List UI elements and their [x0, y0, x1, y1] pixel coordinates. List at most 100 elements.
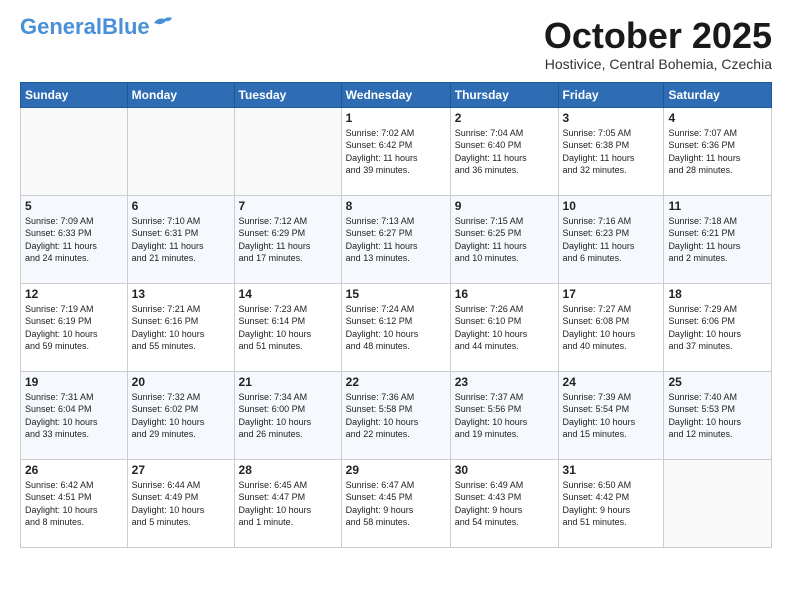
- day-info: Sunrise: 6:44 AM Sunset: 4:49 PM Dayligh…: [132, 479, 230, 529]
- day-info: Sunrise: 6:45 AM Sunset: 4:47 PM Dayligh…: [239, 479, 337, 529]
- day-number: 19: [25, 375, 123, 389]
- calendar-week-row: 26 Sunrise: 6:42 AM Sunset: 4:51 PM Dayli…: [21, 459, 772, 547]
- day-info: Sunrise: 7:10 AM Sunset: 6:31 PM Dayligh…: [132, 215, 230, 265]
- day-number: 22: [346, 375, 446, 389]
- table-row: 6 Sunrise: 7:10 AM Sunset: 6:31 PM Daylig…: [127, 195, 234, 283]
- day-info: Sunrise: 6:47 AM Sunset: 4:45 PM Dayligh…: [346, 479, 446, 529]
- table-row: 8 Sunrise: 7:13 AM Sunset: 6:27 PM Daylig…: [341, 195, 450, 283]
- table-row: 28 Sunrise: 6:45 AM Sunset: 4:47 PM Dayli…: [234, 459, 341, 547]
- day-number: 7: [239, 199, 337, 213]
- day-number: 6: [132, 199, 230, 213]
- day-number: 9: [455, 199, 554, 213]
- calendar-header-row: Sunday Monday Tuesday Wednesday Thursday…: [21, 82, 772, 107]
- table-row: 15 Sunrise: 7:24 AM Sunset: 6:12 PM Dayli…: [341, 283, 450, 371]
- table-row: 25Sunrise: 7:40 AM Sunset: 5:53 PM Dayli…: [664, 371, 772, 459]
- table-row: 30 Sunrise: 6:49 AM Sunset: 4:43 PM Dayli…: [450, 459, 558, 547]
- table-row: 22 Sunrise: 7:36 AM Sunset: 5:58 PM Dayli…: [341, 371, 450, 459]
- day-info: Sunrise: 7:26 AM Sunset: 6:10 PM Dayligh…: [455, 303, 554, 353]
- logo-text: GeneralBlue: [20, 16, 150, 38]
- col-monday: Monday: [127, 82, 234, 107]
- day-number: 5: [25, 199, 123, 213]
- table-row: 24Sunrise: 7:39 AM Sunset: 5:54 PM Dayli…: [558, 371, 664, 459]
- day-number: 12: [25, 287, 123, 301]
- day-number: 27: [132, 463, 230, 477]
- day-info: Sunrise: 7:12 AM Sunset: 6:29 PM Dayligh…: [239, 215, 337, 265]
- table-row: 2Sunrise: 7:04 AM Sunset: 6:40 PM Daylig…: [450, 107, 558, 195]
- col-sunday: Sunday: [21, 82, 128, 107]
- table-row: 10 Sunrise: 7:16 AM Sunset: 6:23 PM Dayli…: [558, 195, 664, 283]
- calendar-table: Sunday Monday Tuesday Wednesday Thursday…: [20, 82, 772, 548]
- table-row: 23Sunrise: 7:37 AM Sunset: 5:56 PM Dayli…: [450, 371, 558, 459]
- table-row: 21 Sunrise: 7:34 AM Sunset: 6:00 PM Dayli…: [234, 371, 341, 459]
- day-info: Sunrise: 7:16 AM Sunset: 6:23 PM Dayligh…: [563, 215, 660, 265]
- table-row: 14Sunrise: 7:23 AM Sunset: 6:14 PM Dayli…: [234, 283, 341, 371]
- day-info: Sunrise: 6:50 AM Sunset: 4:42 PM Dayligh…: [563, 479, 660, 529]
- day-number: 20: [132, 375, 230, 389]
- day-info: Sunrise: 7:07 AM Sunset: 6:36 PM Dayligh…: [668, 127, 767, 177]
- day-number: 23: [455, 375, 554, 389]
- table-row: 29 Sunrise: 6:47 AM Sunset: 4:45 PM Dayli…: [341, 459, 450, 547]
- table-row: 31 Sunrise: 6:50 AM Sunset: 4:42 PM Dayli…: [558, 459, 664, 547]
- table-row: 3Sunrise: 7:05 AM Sunset: 6:38 PM Daylig…: [558, 107, 664, 195]
- day-info: Sunrise: 7:15 AM Sunset: 6:25 PM Dayligh…: [455, 215, 554, 265]
- day-number: 30: [455, 463, 554, 477]
- day-number: 16: [455, 287, 554, 301]
- day-info: Sunrise: 6:49 AM Sunset: 4:43 PM Dayligh…: [455, 479, 554, 529]
- day-number: 15: [346, 287, 446, 301]
- day-number: 26: [25, 463, 123, 477]
- table-row: 27 Sunrise: 6:44 AM Sunset: 4:49 PM Dayli…: [127, 459, 234, 547]
- day-info: Sunrise: 7:36 AM Sunset: 5:58 PM Dayligh…: [346, 391, 446, 441]
- day-info: Sunrise: 7:02 AM Sunset: 6:42 PM Dayligh…: [346, 127, 446, 177]
- title-block: October 2025 Hostivice, Central Bohemia,…: [544, 16, 772, 72]
- table-row: 9 Sunrise: 7:15 AM Sunset: 6:25 PM Daylig…: [450, 195, 558, 283]
- table-row: 5 Sunrise: 7:09 AM Sunset: 6:33 PM Daylig…: [21, 195, 128, 283]
- day-info: Sunrise: 7:29 AM Sunset: 6:06 PM Dayligh…: [668, 303, 767, 353]
- logo-blue: Blue: [102, 14, 150, 39]
- day-info: Sunrise: 7:34 AM Sunset: 6:00 PM Dayligh…: [239, 391, 337, 441]
- day-number: 21: [239, 375, 337, 389]
- day-info: Sunrise: 6:42 AM Sunset: 4:51 PM Dayligh…: [25, 479, 123, 529]
- day-number: 24: [563, 375, 660, 389]
- table-row: 26 Sunrise: 6:42 AM Sunset: 4:51 PM Dayli…: [21, 459, 128, 547]
- calendar-week-row: 19 Sunrise: 7:31 AM Sunset: 6:04 PM Dayli…: [21, 371, 772, 459]
- day-info: Sunrise: 7:18 AM Sunset: 6:21 PM Dayligh…: [668, 215, 767, 265]
- day-number: 8: [346, 199, 446, 213]
- table-row: 17 Sunrise: 7:27 AM Sunset: 6:08 PM Dayli…: [558, 283, 664, 371]
- day-number: 28: [239, 463, 337, 477]
- col-saturday: Saturday: [664, 82, 772, 107]
- day-number: 13: [132, 287, 230, 301]
- day-number: 18: [668, 287, 767, 301]
- day-info: Sunrise: 7:19 AM Sunset: 6:19 PM Dayligh…: [25, 303, 123, 353]
- day-number: 10: [563, 199, 660, 213]
- calendar-week-row: 12 Sunrise: 7:19 AM Sunset: 6:19 PM Dayli…: [21, 283, 772, 371]
- table-row: 12 Sunrise: 7:19 AM Sunset: 6:19 PM Dayli…: [21, 283, 128, 371]
- day-info: Sunrise: 7:23 AM Sunset: 6:14 PM Dayligh…: [239, 303, 337, 353]
- table-row: [234, 107, 341, 195]
- table-row: 19 Sunrise: 7:31 AM Sunset: 6:04 PM Dayli…: [21, 371, 128, 459]
- day-number: 17: [563, 287, 660, 301]
- page: GeneralBlue October 2025 Hostivice, Cent…: [0, 0, 792, 612]
- day-number: 31: [563, 463, 660, 477]
- col-wednesday: Wednesday: [341, 82, 450, 107]
- day-number: 11: [668, 199, 767, 213]
- calendar-week-row: 1 Sunrise: 7:02 AM Sunset: 6:42 PM Daylig…: [21, 107, 772, 195]
- table-row: [127, 107, 234, 195]
- day-info: Sunrise: 7:04 AM Sunset: 6:40 PM Dayligh…: [455, 127, 554, 177]
- day-info: Sunrise: 7:24 AM Sunset: 6:12 PM Dayligh…: [346, 303, 446, 353]
- table-row: 18 Sunrise: 7:29 AM Sunset: 6:06 PM Dayli…: [664, 283, 772, 371]
- day-info: Sunrise: 7:13 AM Sunset: 6:27 PM Dayligh…: [346, 215, 446, 265]
- month-title: October 2025: [544, 16, 772, 56]
- day-info: Sunrise: 7:32 AM Sunset: 6:02 PM Dayligh…: [132, 391, 230, 441]
- table-row: 11 Sunrise: 7:18 AM Sunset: 6:21 PM Dayli…: [664, 195, 772, 283]
- day-info: Sunrise: 7:31 AM Sunset: 6:04 PM Dayligh…: [25, 391, 123, 441]
- col-tuesday: Tuesday: [234, 82, 341, 107]
- day-info: Sunrise: 7:40 AM Sunset: 5:53 PM Dayligh…: [668, 391, 767, 441]
- table-row: 13Sunrise: 7:21 AM Sunset: 6:16 PM Dayli…: [127, 283, 234, 371]
- table-row: 7 Sunrise: 7:12 AM Sunset: 6:29 PM Daylig…: [234, 195, 341, 283]
- day-number: 1: [346, 111, 446, 125]
- calendar-week-row: 5 Sunrise: 7:09 AM Sunset: 6:33 PM Daylig…: [21, 195, 772, 283]
- day-number: 3: [563, 111, 660, 125]
- day-info: Sunrise: 7:27 AM Sunset: 6:08 PM Dayligh…: [563, 303, 660, 353]
- day-info: Sunrise: 7:09 AM Sunset: 6:33 PM Dayligh…: [25, 215, 123, 265]
- day-number: 29: [346, 463, 446, 477]
